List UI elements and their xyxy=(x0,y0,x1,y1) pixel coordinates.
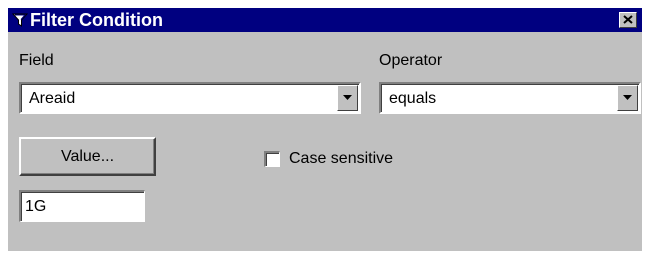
operator-dropdown-button[interactable] xyxy=(617,85,638,111)
close-button[interactable] xyxy=(619,12,637,28)
field-dropdown-button[interactable] xyxy=(337,85,358,111)
chevron-down-icon xyxy=(343,95,352,100)
operator-label: Operator xyxy=(379,52,443,69)
value-input-text: 1G xyxy=(25,198,47,215)
filter-condition-dialog: Filter Condition Field Operator Areaid e… xyxy=(8,8,642,251)
title-bar[interactable]: Filter Condition xyxy=(8,8,642,32)
value-button[interactable]: Value... xyxy=(19,137,156,176)
case-sensitive-label[interactable]: Case sensitive xyxy=(289,150,393,168)
value-button-label: Value... xyxy=(60,148,115,165)
case-sensitive-checkbox[interactable] xyxy=(264,151,280,167)
operator-select[interactable]: equals xyxy=(379,82,641,114)
field-label: Field xyxy=(19,52,54,69)
chevron-down-icon xyxy=(623,95,632,100)
field-select-value: Areaid xyxy=(29,90,76,107)
window-title: Filter Condition xyxy=(30,10,163,30)
field-select[interactable]: Areaid xyxy=(19,82,361,114)
filter-funnel-icon xyxy=(11,12,29,28)
operator-select-value: equals xyxy=(389,90,437,107)
value-input[interactable]: 1G xyxy=(19,190,145,222)
close-icon xyxy=(623,15,633,24)
